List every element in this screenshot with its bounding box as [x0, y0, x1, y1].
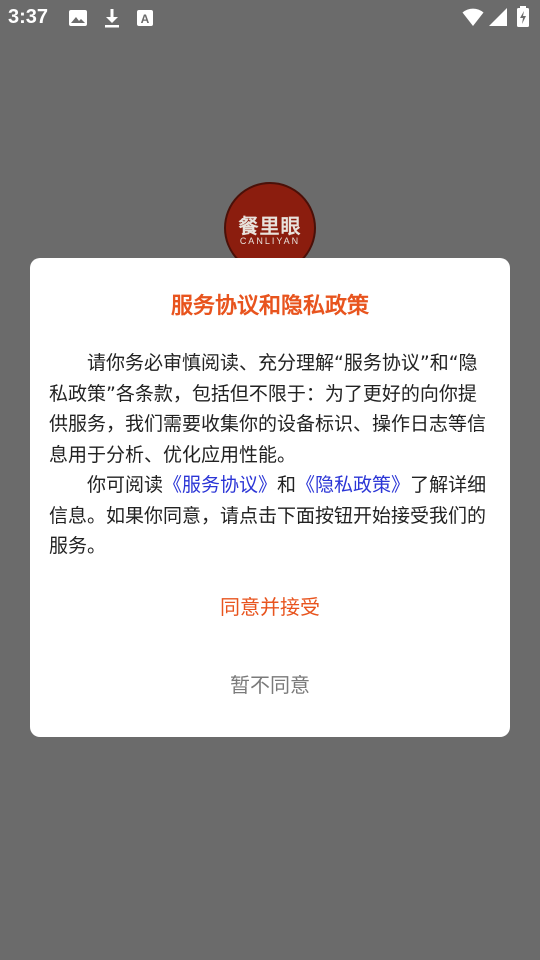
dialog-paragraph-2: 你可阅读《服务协议》和《隐私政策》了解详细信息。如果你同意，请点击下面按钮开始接… — [49, 470, 491, 562]
font-icon: A — [136, 8, 154, 32]
download-icon — [102, 8, 122, 32]
status-time: 3:37 — [8, 6, 49, 28]
dialog-title: 服务协议和隐私政策 — [170, 294, 369, 319]
battery-charging-icon — [516, 6, 530, 32]
privacy-policy-link[interactable]: 《隐私政策》 — [296, 474, 410, 496]
status-bar: 3:37 A — [0, 0, 540, 36]
signal-icon — [488, 7, 508, 31]
paragraph-2-prefix: 你可阅读 — [87, 474, 164, 496]
logo-subtext: CANLIYAN — [239, 236, 301, 246]
image-icon — [68, 8, 88, 32]
dialog-body: 请你务必审慎阅读、充分理解“服务协议”和“隐私政策”各条款，包括但不限于：为了更… — [49, 348, 491, 562]
paragraph-2-and: 和 — [277, 474, 297, 496]
dialog-paragraph-1: 请你务必审慎阅读、充分理解“服务协议”和“隐私政策”各条款，包括但不限于：为了更… — [49, 352, 487, 466]
privacy-dialog: 服务协议和隐私政策 请你务必审慎阅读、充分理解“服务协议”和“隐私政策”各条款，… — [30, 258, 510, 737]
agree-button[interactable]: 同意并接受 — [30, 591, 510, 627]
disagree-button[interactable]: 暂不同意 — [30, 669, 510, 705]
service-agreement-link[interactable]: 《服务协议》 — [163, 474, 277, 496]
logo-text: 餐里眼 — [238, 214, 302, 238]
wifi-icon — [462, 7, 484, 31]
svg-text:A: A — [141, 12, 150, 26]
